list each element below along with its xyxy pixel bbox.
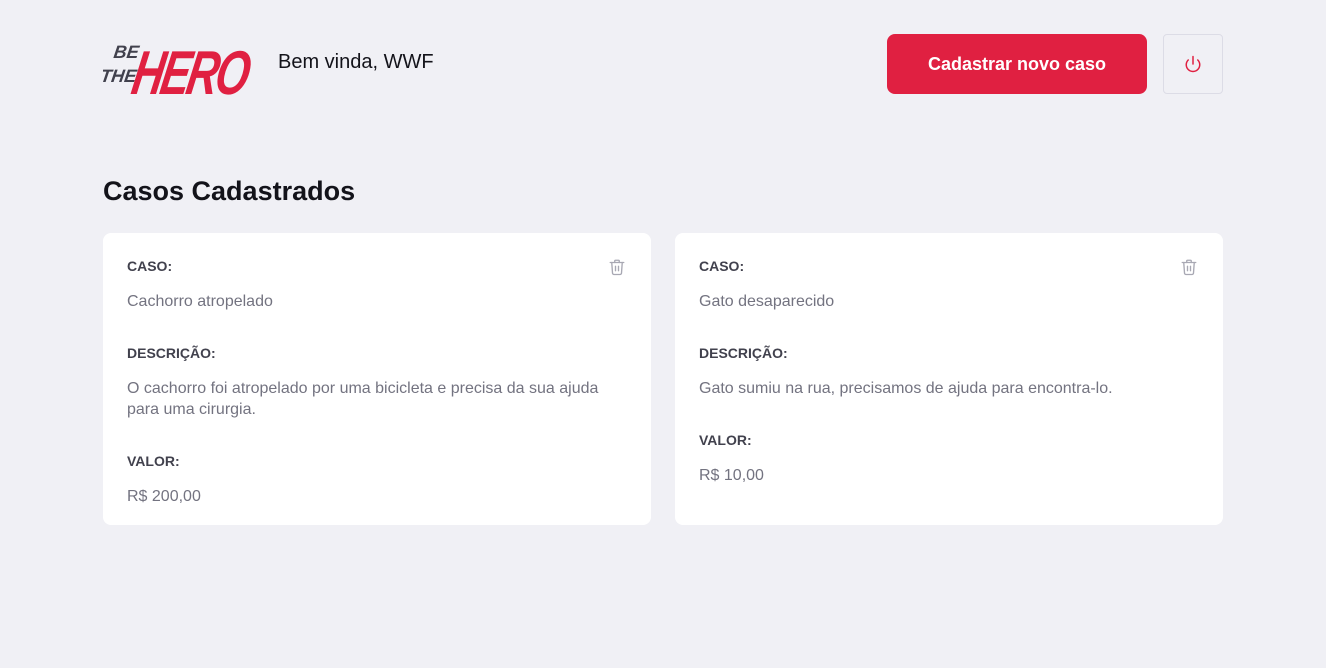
value-amount: R$ 200,00 bbox=[127, 488, 201, 505]
trash-icon bbox=[609, 259, 625, 276]
logo-hero-text: HERO bbox=[127, 38, 255, 98]
case-value: Gato desaparecido bbox=[699, 293, 835, 310]
description-label: DESCRIÇÃO: bbox=[127, 345, 216, 361]
delete-case-button[interactable] bbox=[1179, 257, 1199, 277]
delete-case-button[interactable] bbox=[607, 257, 627, 277]
description-value: Gato sumiu na rua, precisamos de ajuda p… bbox=[699, 380, 1113, 397]
description-label: DESCRIÇÃO: bbox=[699, 345, 788, 361]
case-label: CASO: bbox=[127, 258, 173, 274]
value-label: VALOR: bbox=[127, 453, 180, 469]
value-amount: R$ 10,00 bbox=[699, 467, 764, 484]
new-case-button[interactable]: Cadastrar novo caso bbox=[887, 34, 1147, 94]
welcome-text: Bem vinda, WWF bbox=[278, 51, 434, 73]
description-value: O cachorro foi atropelado por uma bicicl… bbox=[127, 380, 599, 418]
case-card: CASO: Gato desaparecido DESCRIÇÃO: Gato … bbox=[675, 233, 1223, 525]
be-the-hero-logo: BE THE HERO bbox=[103, 38, 255, 98]
case-value: Cachorro atropelado bbox=[127, 293, 273, 310]
header: BE THE HERO Bem vinda, WWF Cadastrar nov… bbox=[103, 0, 1223, 128]
case-label: CASO: bbox=[699, 258, 745, 274]
page-title: Casos Cadastrados bbox=[103, 176, 356, 206]
value-label: VALOR: bbox=[699, 432, 752, 448]
case-card: CASO: Cachorro atropelado DESCRIÇÃO: O c… bbox=[103, 233, 651, 525]
page-container: BE THE HERO Bem vinda, WWF Cadastrar nov… bbox=[103, 0, 1223, 525]
power-icon bbox=[1185, 55, 1201, 73]
trash-icon bbox=[1181, 259, 1197, 276]
logout-button[interactable] bbox=[1163, 34, 1223, 94]
